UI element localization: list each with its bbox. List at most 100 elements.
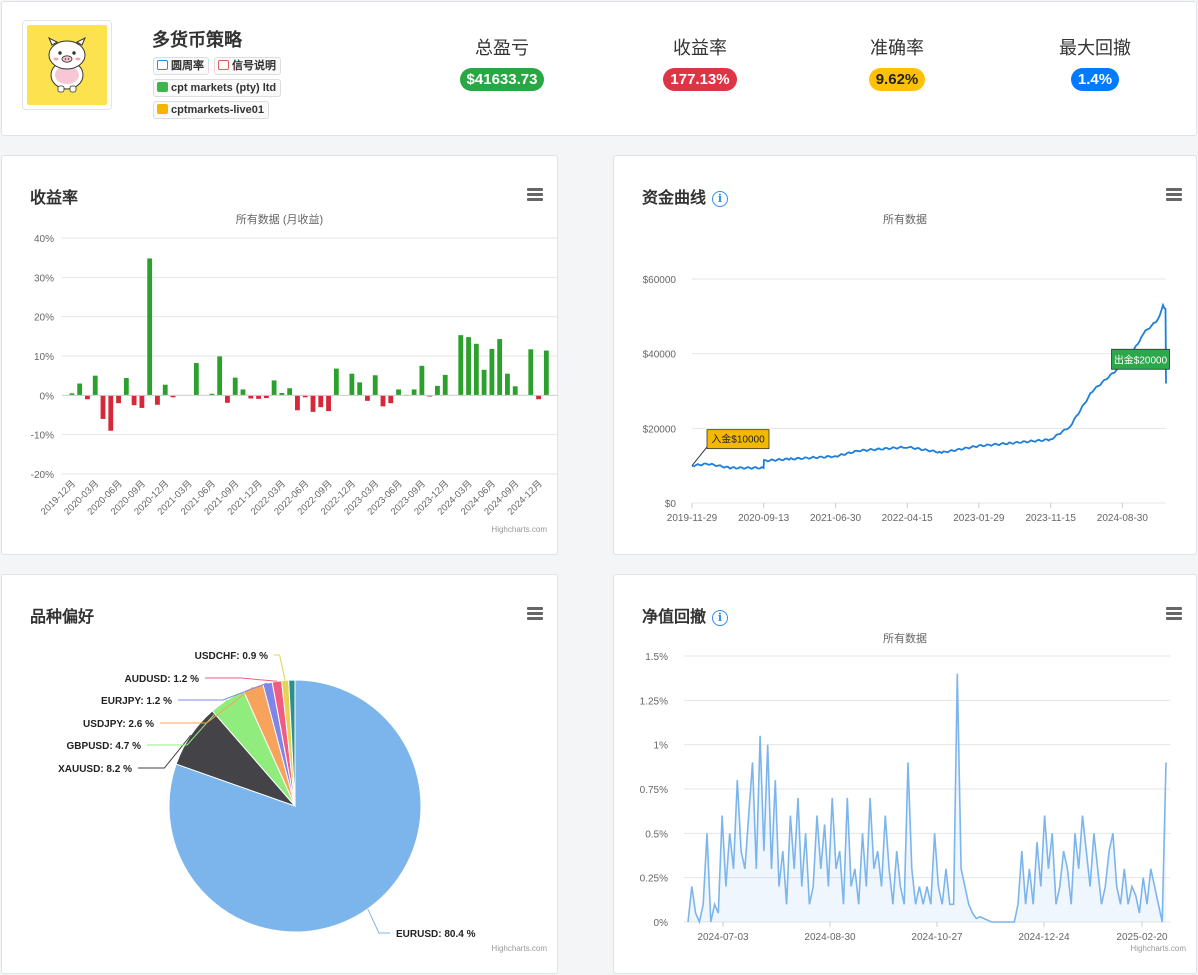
y-tick-label: 1.5% bbox=[645, 652, 668, 663]
broker-icon bbox=[157, 82, 168, 92]
x-tick-label: 2024-08-30 bbox=[1097, 513, 1149, 524]
bar bbox=[77, 383, 83, 396]
y-tick-label: -10% bbox=[31, 431, 54, 442]
stat-max-drawdown: 最大回撤 1.4% bbox=[1005, 34, 1185, 91]
bar bbox=[295, 395, 300, 411]
bar bbox=[528, 349, 534, 396]
strategy-name: 多货币策略 bbox=[152, 30, 242, 50]
pie-connector bbox=[205, 677, 277, 682]
bar bbox=[372, 375, 378, 396]
pie-label: AUDUSD: 1.2 % bbox=[125, 674, 200, 685]
y-tick-label: 0% bbox=[654, 918, 669, 929]
tag-server[interactable]: cptmarkets-live01 bbox=[153, 101, 269, 119]
chart-credits[interactable]: Highcharts.com bbox=[491, 944, 547, 953]
tag-broker-label: cpt markets (pty) ltd bbox=[171, 82, 277, 94]
y-tick-label: $20000 bbox=[643, 424, 677, 435]
stat-badge: 1.4% bbox=[1070, 68, 1120, 91]
bar bbox=[396, 389, 401, 396]
pie-label: XAUUSD: 8.2 % bbox=[58, 764, 132, 775]
x-tick-label: 2024-10-27 bbox=[911, 932, 963, 943]
strategy-header: 多货币策略 圆周率 信号说明 cpt markets (pty) ltd cpt… bbox=[1, 1, 1197, 136]
bar bbox=[217, 356, 223, 396]
bar bbox=[310, 395, 316, 412]
x-tick-label: 2025-02-20 bbox=[1116, 932, 1168, 943]
pie-connector bbox=[274, 654, 286, 681]
pig-icon bbox=[48, 36, 86, 93]
pie-label: GBPUSD: 4.7 % bbox=[67, 741, 142, 752]
bar bbox=[225, 395, 230, 403]
bar bbox=[318, 395, 324, 408]
stat-badge: $41633.73 bbox=[459, 68, 545, 91]
y-tick-label: 0.5% bbox=[645, 829, 668, 840]
tag-signal-label: 信号说明 bbox=[232, 60, 276, 72]
stat-total-pnl: 总盈亏 $41633.73 bbox=[412, 34, 592, 91]
bar bbox=[473, 343, 479, 396]
bar bbox=[232, 377, 238, 396]
stat-badge: 9.62% bbox=[868, 68, 926, 91]
chart-credits[interactable]: Highcharts.com bbox=[491, 525, 547, 534]
tag-author-label: 圆周率 bbox=[171, 60, 204, 72]
bar bbox=[147, 258, 153, 396]
equity-curve-panel: 资金曲线 i 所有数据 $60000 $40000 $20000 $0 2019-11-2… bbox=[613, 155, 1197, 555]
bar bbox=[271, 380, 277, 396]
y-tick-label: 1% bbox=[654, 741, 669, 752]
y-tick-label: 30% bbox=[34, 273, 54, 284]
y-tick-label: $60000 bbox=[643, 275, 677, 286]
symbol-pie-chart: EURUSD: 80.4 % XAUUSD: 8.2 % GBPUSD: 4.7 %… bbox=[58, 651, 475, 940]
bar bbox=[505, 373, 510, 396]
bar bbox=[349, 373, 355, 396]
drawdown-area-chart: 1.5% 1.25% 1% 0.75% 0.5% 0.25% 0% 2024-07-03 202… bbox=[640, 652, 1170, 943]
user-icon bbox=[157, 60, 168, 70]
bar bbox=[435, 385, 440, 396]
bar bbox=[512, 386, 518, 396]
x-tick-label: 2024-12-24 bbox=[1018, 932, 1070, 943]
x-tick-label: 2024-07-03 bbox=[697, 932, 749, 943]
bar bbox=[116, 395, 121, 404]
bar bbox=[85, 395, 90, 400]
server-icon bbox=[157, 104, 168, 114]
return-rate-panel: 收益率 所有数据 (月收益) 40% 30% 20% 10% 0% -10% -20% 201… bbox=[1, 155, 558, 555]
y-tick-label: 0.75% bbox=[640, 785, 668, 796]
drawdown-area bbox=[688, 673, 1166, 922]
y-tick-label: 20% bbox=[34, 313, 54, 324]
bar bbox=[123, 378, 129, 396]
bar bbox=[333, 368, 339, 396]
withdrawal-label: 出金$20000 bbox=[1114, 353, 1168, 366]
stat-label: 最大回撤 bbox=[1059, 38, 1131, 58]
tag-broker[interactable]: cpt markets (pty) ltd bbox=[153, 79, 282, 97]
y-tick-label: $0 bbox=[665, 499, 677, 510]
y-tick-label: -20% bbox=[31, 470, 54, 481]
deposit-label: 入金$10000 bbox=[711, 433, 765, 446]
y-tick-label: 10% bbox=[34, 352, 54, 363]
bar bbox=[388, 395, 394, 404]
x-tick-label: 2023-11-15 bbox=[1026, 513, 1077, 524]
chart-credits[interactable]: Highcharts.com bbox=[1130, 944, 1186, 953]
stat-return-rate: 收益率 177.13% bbox=[610, 34, 790, 91]
bar bbox=[458, 335, 464, 396]
x-tick-label: 2021-06-30 bbox=[810, 513, 862, 524]
x-tick-label: 2019-11-29 bbox=[667, 513, 718, 524]
equity-line-chart: $60000 $40000 $20000 $0 2019-11-29 2020-09-13… bbox=[643, 275, 1170, 524]
bar bbox=[380, 395, 386, 407]
stat-accuracy: 准确率 9.62% bbox=[807, 34, 987, 91]
avatar[interactable] bbox=[22, 20, 112, 110]
tag-author[interactable]: 圆周率 bbox=[153, 57, 209, 75]
y-tick-label: 1.25% bbox=[640, 696, 668, 707]
bar bbox=[162, 384, 168, 396]
stat-label: 准确率 bbox=[870, 38, 924, 58]
bar bbox=[497, 339, 503, 396]
bar bbox=[357, 382, 363, 396]
message-icon bbox=[218, 60, 229, 70]
x-tick-label: 2024-08-30 bbox=[804, 932, 856, 943]
x-tick-label: 2022-04-15 bbox=[882, 513, 934, 524]
bar bbox=[365, 395, 370, 401]
drawdown-panel: 净值回撤 i 所有数据 1.5% 1.25% 1% 0.75% 0.5% 0.25% 0% 20… bbox=[613, 574, 1197, 974]
return-bar-chart: 40%30%20%10%0%-10%-20%2019-12月2020-03月20… bbox=[31, 234, 558, 517]
stat-label: 收益率 bbox=[673, 38, 727, 58]
tag-signal-description[interactable]: 信号说明 bbox=[214, 57, 281, 75]
bar bbox=[100, 395, 106, 419]
bar bbox=[287, 388, 293, 396]
bar bbox=[326, 395, 331, 412]
bar bbox=[411, 389, 417, 396]
y-tick-label: $40000 bbox=[643, 350, 677, 361]
